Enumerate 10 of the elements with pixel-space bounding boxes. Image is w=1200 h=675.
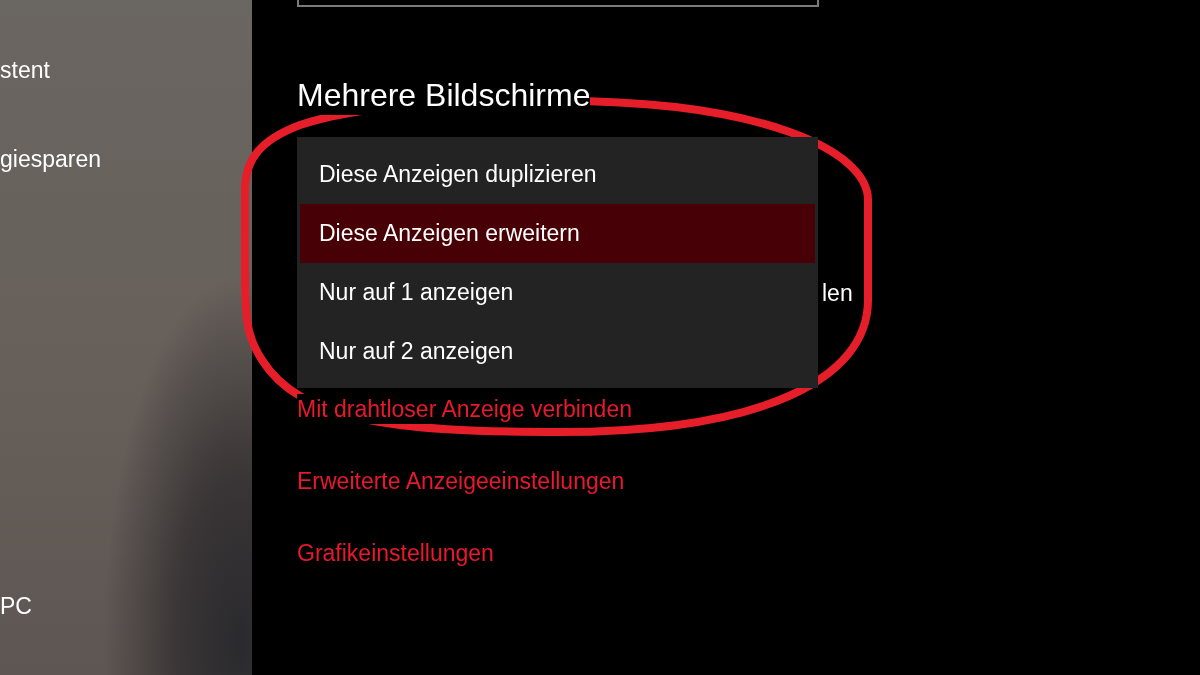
- setting-label: len: [822, 279, 853, 308]
- input-field[interactable]: [297, 0, 819, 7]
- settings-link[interactable]: Mit drahtloser Anzeige verbinden: [297, 394, 632, 424]
- menu-option[interactable]: Diese Anzeigen erweitern: [300, 204, 815, 263]
- sidebar-item[interactable]: stent: [0, 55, 50, 85]
- sidebar-item[interactable]: PC: [0, 591, 32, 621]
- menu-option[interactable]: Diese Anzeigen duplizieren: [300, 145, 815, 204]
- sidebar-item[interactable]: giesparen: [0, 144, 102, 174]
- menu-option[interactable]: Nur auf 1 anzeigen: [300, 263, 815, 322]
- menu-option[interactable]: Nur auf 2 anzeigen: [300, 322, 815, 381]
